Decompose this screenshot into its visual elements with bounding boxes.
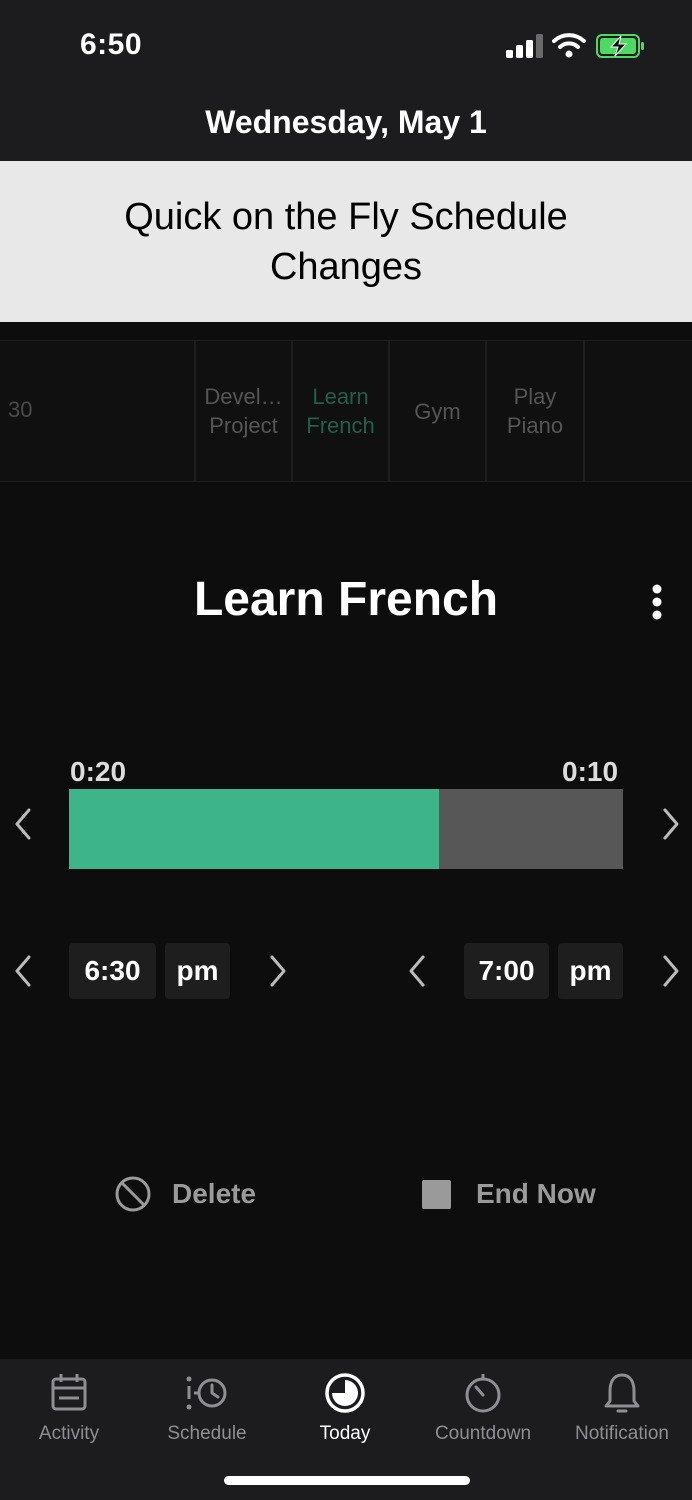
delete-button[interactable]: Delete: [114, 1172, 256, 1216]
pie-clock-icon: [325, 1373, 365, 1413]
chevron-right-icon[interactable]: [658, 806, 684, 842]
timeline-item-label: Learn: [312, 384, 369, 409]
cellular-signal-icon: [506, 34, 543, 58]
status-time: 6:50: [80, 28, 143, 61]
timeline-slot-empty[interactable]: [0, 341, 196, 481]
schedule-clock-icon: [186, 1376, 227, 1410]
header-date: Wednesday, May 1: [205, 104, 487, 140]
end-time-period[interactable]: pm: [558, 943, 623, 999]
timeline-item-label: Project: [209, 413, 278, 438]
timeline-item-gym[interactable]: Gym: [390, 341, 487, 481]
wifi-icon: [552, 33, 586, 58]
tab-activity[interactable]: Activity: [0, 1359, 138, 1459]
timeline-item-develop-project[interactable]: Devel… Project: [196, 341, 293, 481]
elapsed-time: 0:20: [70, 756, 127, 787]
tab-label: Countdown: [434, 1423, 532, 1444]
tab-today[interactable]: Today: [276, 1359, 414, 1459]
chevron-left-icon[interactable]: [10, 806, 36, 842]
end-time-value[interactable]: 7:00: [464, 943, 549, 999]
timeline-item-label: Devel…: [204, 384, 283, 409]
tab-label: Schedule: [167, 1423, 247, 1444]
start-time-increase-icon[interactable]: [265, 953, 291, 989]
tab-label: Today: [319, 1423, 371, 1444]
progress-fill: [69, 789, 439, 869]
home-indicator[interactable]: [224, 1476, 470, 1485]
end-now-label: End Now: [476, 1178, 596, 1209]
tab-label: Notification: [575, 1423, 669, 1444]
bell-icon: [604, 1373, 640, 1413]
tab-label: Activity: [38, 1423, 100, 1444]
timeline-item-play-piano[interactable]: Play Piano: [487, 341, 585, 481]
banner-text: Quick on the Fly Schedule Changes: [124, 195, 568, 288]
timeline-item-learn-french[interactable]: Learn French: [293, 341, 390, 481]
promo-banner: Quick on the Fly Schedule Changes: [0, 161, 692, 322]
stopwatch-icon: [465, 1374, 501, 1413]
battery-charging-icon: [596, 34, 644, 58]
end-time-increase-icon[interactable]: [658, 953, 684, 989]
more-options-icon[interactable]: [644, 582, 670, 622]
timeline-slot-empty[interactable]: [585, 341, 692, 481]
remaining-time: 0:10: [562, 756, 619, 787]
delete-label: Delete: [172, 1178, 257, 1209]
timeline-strip[interactable]: 30 Devel… Project Learn French Gym Play Pia…: [0, 340, 692, 482]
tab-countdown[interactable]: Countdown: [414, 1359, 552, 1459]
timeline-item-label: Gym: [414, 398, 461, 424]
prohibited-icon: [115, 1176, 151, 1212]
stop-square-icon: [422, 1179, 451, 1209]
progress-bar[interactable]: [69, 789, 623, 869]
calendar-icon: [51, 1374, 87, 1411]
tab-schedule[interactable]: Schedule: [138, 1359, 276, 1459]
timeline-item-label: French: [306, 413, 375, 438]
tab-notification[interactable]: Notification: [553, 1359, 691, 1459]
end-now-button[interactable]: End Now: [421, 1172, 596, 1216]
start-time-decrease-icon[interactable]: [10, 953, 36, 989]
end-time-decrease-icon[interactable]: [404, 953, 430, 989]
activity-title: Learn French: [193, 573, 499, 626]
timeline-item-label: Piano: [506, 413, 564, 438]
timeline-item-label: Play: [513, 384, 557, 409]
start-time-period[interactable]: pm: [165, 943, 230, 999]
start-time-value[interactable]: 6:30: [69, 943, 156, 999]
